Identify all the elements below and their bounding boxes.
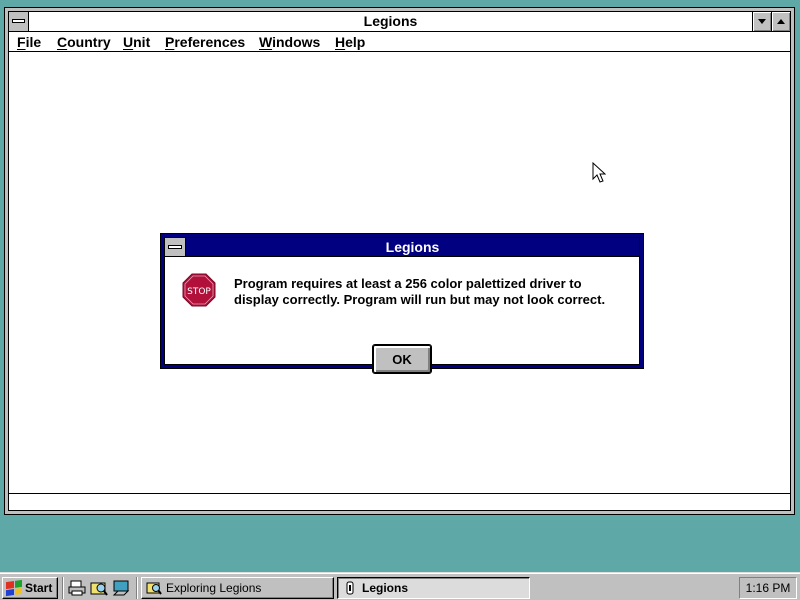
stop-sign-text: STOP [187, 287, 211, 297]
task-button-legions[interactable]: Legions [337, 577, 530, 599]
dialog-body: STOP Program requires at least a 256 col… [165, 257, 639, 374]
title-bar[interactable]: Legions [9, 12, 790, 32]
stop-sign-icon: STOP [182, 273, 216, 307]
start-label: Start [25, 581, 53, 595]
dialog-message: Program requires at least a 256 color pa… [234, 276, 634, 308]
menu-help[interactable]: Help [335, 33, 365, 51]
task-label-legions: Legions [362, 581, 409, 595]
menu-windows-rest: indows [272, 34, 321, 50]
system-menu-icon [12, 19, 25, 23]
dialog-system-menu-icon [168, 245, 182, 249]
minimize-arrow-icon [758, 19, 766, 24]
task-label-exploring-legions: Exploring Legions [166, 581, 262, 595]
task-button-exploring-legions[interactable]: Exploring Legions [141, 577, 334, 599]
start-button[interactable]: Start [2, 577, 58, 599]
menu-unit-rest: nit [133, 34, 151, 50]
taskbar: Start Exploring Legions Legions 1:16 PM [0, 572, 800, 600]
dialog-message-line-1: Program requires at least a 256 color pa… [234, 276, 582, 291]
menu-file-rest: ile [25, 34, 42, 50]
message-dialog: Legions STOP Program requires at least a… [160, 233, 644, 374]
menu-help-rest: elp [345, 34, 366, 50]
dialog-system-menu-button[interactable] [165, 238, 186, 256]
ok-button[interactable]: OK [372, 344, 432, 374]
dialog-title: Legions [385, 239, 440, 255]
menu-bar: File Country Unit Preferences Windows He… [9, 32, 790, 52]
menu-country-accel: C [57, 34, 68, 50]
legions-app-icon [346, 581, 354, 595]
status-bar [9, 493, 790, 510]
system-tray-clock[interactable]: 1:16 PM [739, 577, 797, 599]
system-menu-button[interactable] [9, 12, 29, 31]
explorer-folder-icon [146, 582, 162, 595]
menu-file-accel: F [17, 34, 26, 50]
explorer-icon[interactable] [90, 579, 108, 597]
menu-preferences-accel: P [165, 34, 175, 50]
menu-preferences-rest: references [174, 34, 246, 50]
mouse-cursor-icon [592, 162, 606, 183]
dialog-message-line-2: display correctly. Program will run but … [234, 292, 606, 307]
minimize-button[interactable] [752, 12, 771, 31]
maximize-arrow-icon [777, 19, 785, 24]
taskbar-separator-2 [136, 577, 138, 599]
menu-unit[interactable]: Unit [123, 33, 150, 51]
menu-country[interactable]: Country [57, 33, 111, 51]
taskbar-separator [62, 577, 64, 599]
printer-icon[interactable] [68, 579, 86, 597]
windows-logo-icon [6, 579, 22, 597]
clock-time: 1:16 PM [745, 581, 791, 595]
window-title: Legions [363, 13, 418, 29]
menu-preferences[interactable]: Preferences [165, 33, 245, 51]
menu-windows-accel: W [259, 34, 273, 50]
menu-unit-accel: U [123, 34, 134, 50]
maximize-button[interactable] [771, 12, 790, 31]
menu-country-rest: ountry [67, 34, 111, 50]
desktop-icon[interactable] [112, 579, 130, 597]
dialog-title-bar[interactable]: Legions [165, 238, 639, 257]
menu-file[interactable]: File [17, 33, 41, 51]
menu-help-accel: H [335, 34, 346, 50]
menu-windows[interactable]: Windows [259, 33, 320, 51]
dialog-frame: Legions STOP Program requires at least a… [164, 237, 640, 374]
